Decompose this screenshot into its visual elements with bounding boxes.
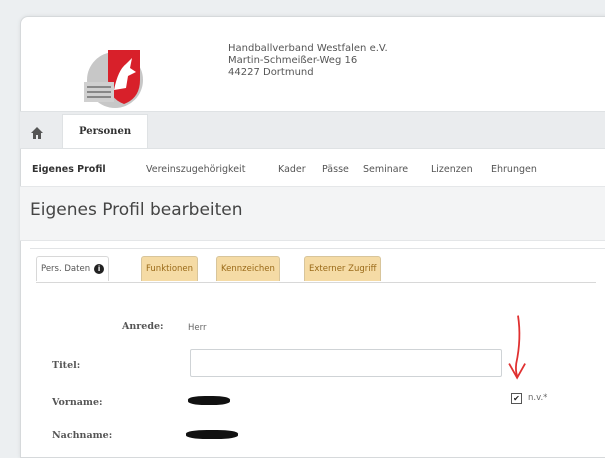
nachname-redacted [186,430,238,439]
subnav-eigenes-profil[interactable]: Eigenes Profil [32,164,106,175]
nv-checkbox[interactable]: ✔ [511,393,522,404]
sub-navigation: Eigenes Profil Vereinszugehörigkeit Kade… [20,152,605,187]
tab-pers-daten-label: Pers. Daten [41,264,91,274]
org-city: 44227 Dortmund [228,67,314,78]
subnav-lizenzen[interactable]: Lizenzen [431,164,473,175]
tab-funktionen[interactable]: Funktionen [141,256,199,281]
tab-pers-daten[interactable]: Pers. Daten i [36,256,110,281]
tab-personen[interactable]: Personen [62,114,149,148]
tab-kennzeichen[interactable]: Kennzeichen [216,256,280,281]
vorname-redacted [188,396,230,405]
form-tabs: Pers. Daten i Funktionen Kennzeichen Exte… [36,256,596,282]
vorname-label: Vorname: [52,397,103,408]
main-tab-bar: Personen [20,111,605,149]
organization-address: Handballverband Westfalen e.V. Martin-Sc… [228,43,388,79]
header: Handballverband Westfalen e.V. Martin-Sc… [20,16,605,126]
tab-externer-zugriff[interactable]: Externer Zugriff [304,256,382,281]
org-name: Handballverband Westfalen e.V. [228,43,388,54]
page-header: Eigenes Profil bearbeiten [20,187,605,241]
nv-label: n.v.* [528,393,548,403]
logo [84,50,143,108]
anrede-label: Anrede: [122,321,164,332]
titel-label: Titel: [52,360,81,371]
subnav-paesse[interactable]: Pässe [322,164,349,175]
titel-input[interactable] [190,349,502,377]
subnav-ehrungen[interactable]: Ehrungen [491,164,537,175]
page-title: Eigenes Profil bearbeiten [30,200,243,220]
nachname-label: Nachname: [52,430,113,441]
form-tabs-divider [36,282,596,283]
info-icon: i [94,263,105,274]
subnav-seminare[interactable]: Seminare [363,164,408,175]
subnav-kader[interactable]: Kader [278,164,306,175]
home-icon[interactable] [30,126,44,140]
anrede-value: Herr [188,323,207,333]
annotation-arrow-icon [508,315,526,380]
org-street: Martin-Schmeißer-Weg 16 [228,55,358,66]
subnav-vereinszugehoerigkeit[interactable]: Vereinszugehörigkeit [146,164,245,175]
